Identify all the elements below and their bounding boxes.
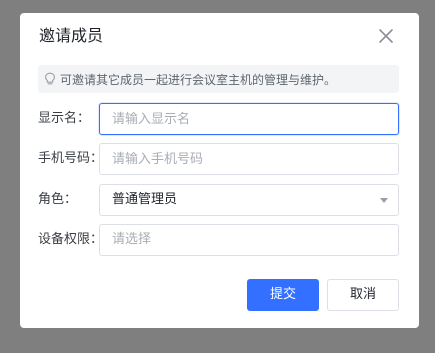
- role-row: 角色： 普通管理员: [20, 184, 419, 216]
- role-label: 角色：: [38, 192, 78, 207]
- device-permission-select[interactable]: 请选择: [99, 224, 399, 256]
- close-icon[interactable]: [377, 27, 395, 45]
- phone-label: 手机号码：: [38, 151, 104, 166]
- display-name-input[interactable]: [99, 103, 399, 135]
- phone-input[interactable]: [99, 143, 399, 175]
- display-name-row: 显示名：: [20, 103, 419, 135]
- dialog-title: 邀请成员: [39, 26, 104, 45]
- device-permission-label: 设备权限：: [38, 232, 104, 247]
- tip-text: 可邀请其它成员一起进行会议室主机的管理与维护。: [60, 72, 337, 87]
- device-permission-placeholder: 请选择: [112, 232, 152, 247]
- phone-row: 手机号码：: [20, 143, 419, 175]
- role-select[interactable]: 普通管理员: [99, 184, 399, 216]
- tip-banner: 可邀请其它成员一起进行会议室主机的管理与维护。: [38, 65, 399, 93]
- invite-member-dialog: 邀请成员 可邀请其它成员一起进行会议室主机的管理与维护。 显示名： 手机号码： …: [20, 13, 419, 328]
- lightbulb-icon: [44, 72, 56, 86]
- submit-button[interactable]: 提交: [247, 279, 319, 311]
- role-selected-value: 普通管理员: [112, 192, 178, 207]
- cancel-button[interactable]: 取消: [327, 279, 399, 311]
- device-permission-row: 设备权限： 请选择: [20, 224, 419, 256]
- chevron-down-icon: [380, 198, 388, 203]
- display-name-label: 显示名：: [38, 111, 91, 126]
